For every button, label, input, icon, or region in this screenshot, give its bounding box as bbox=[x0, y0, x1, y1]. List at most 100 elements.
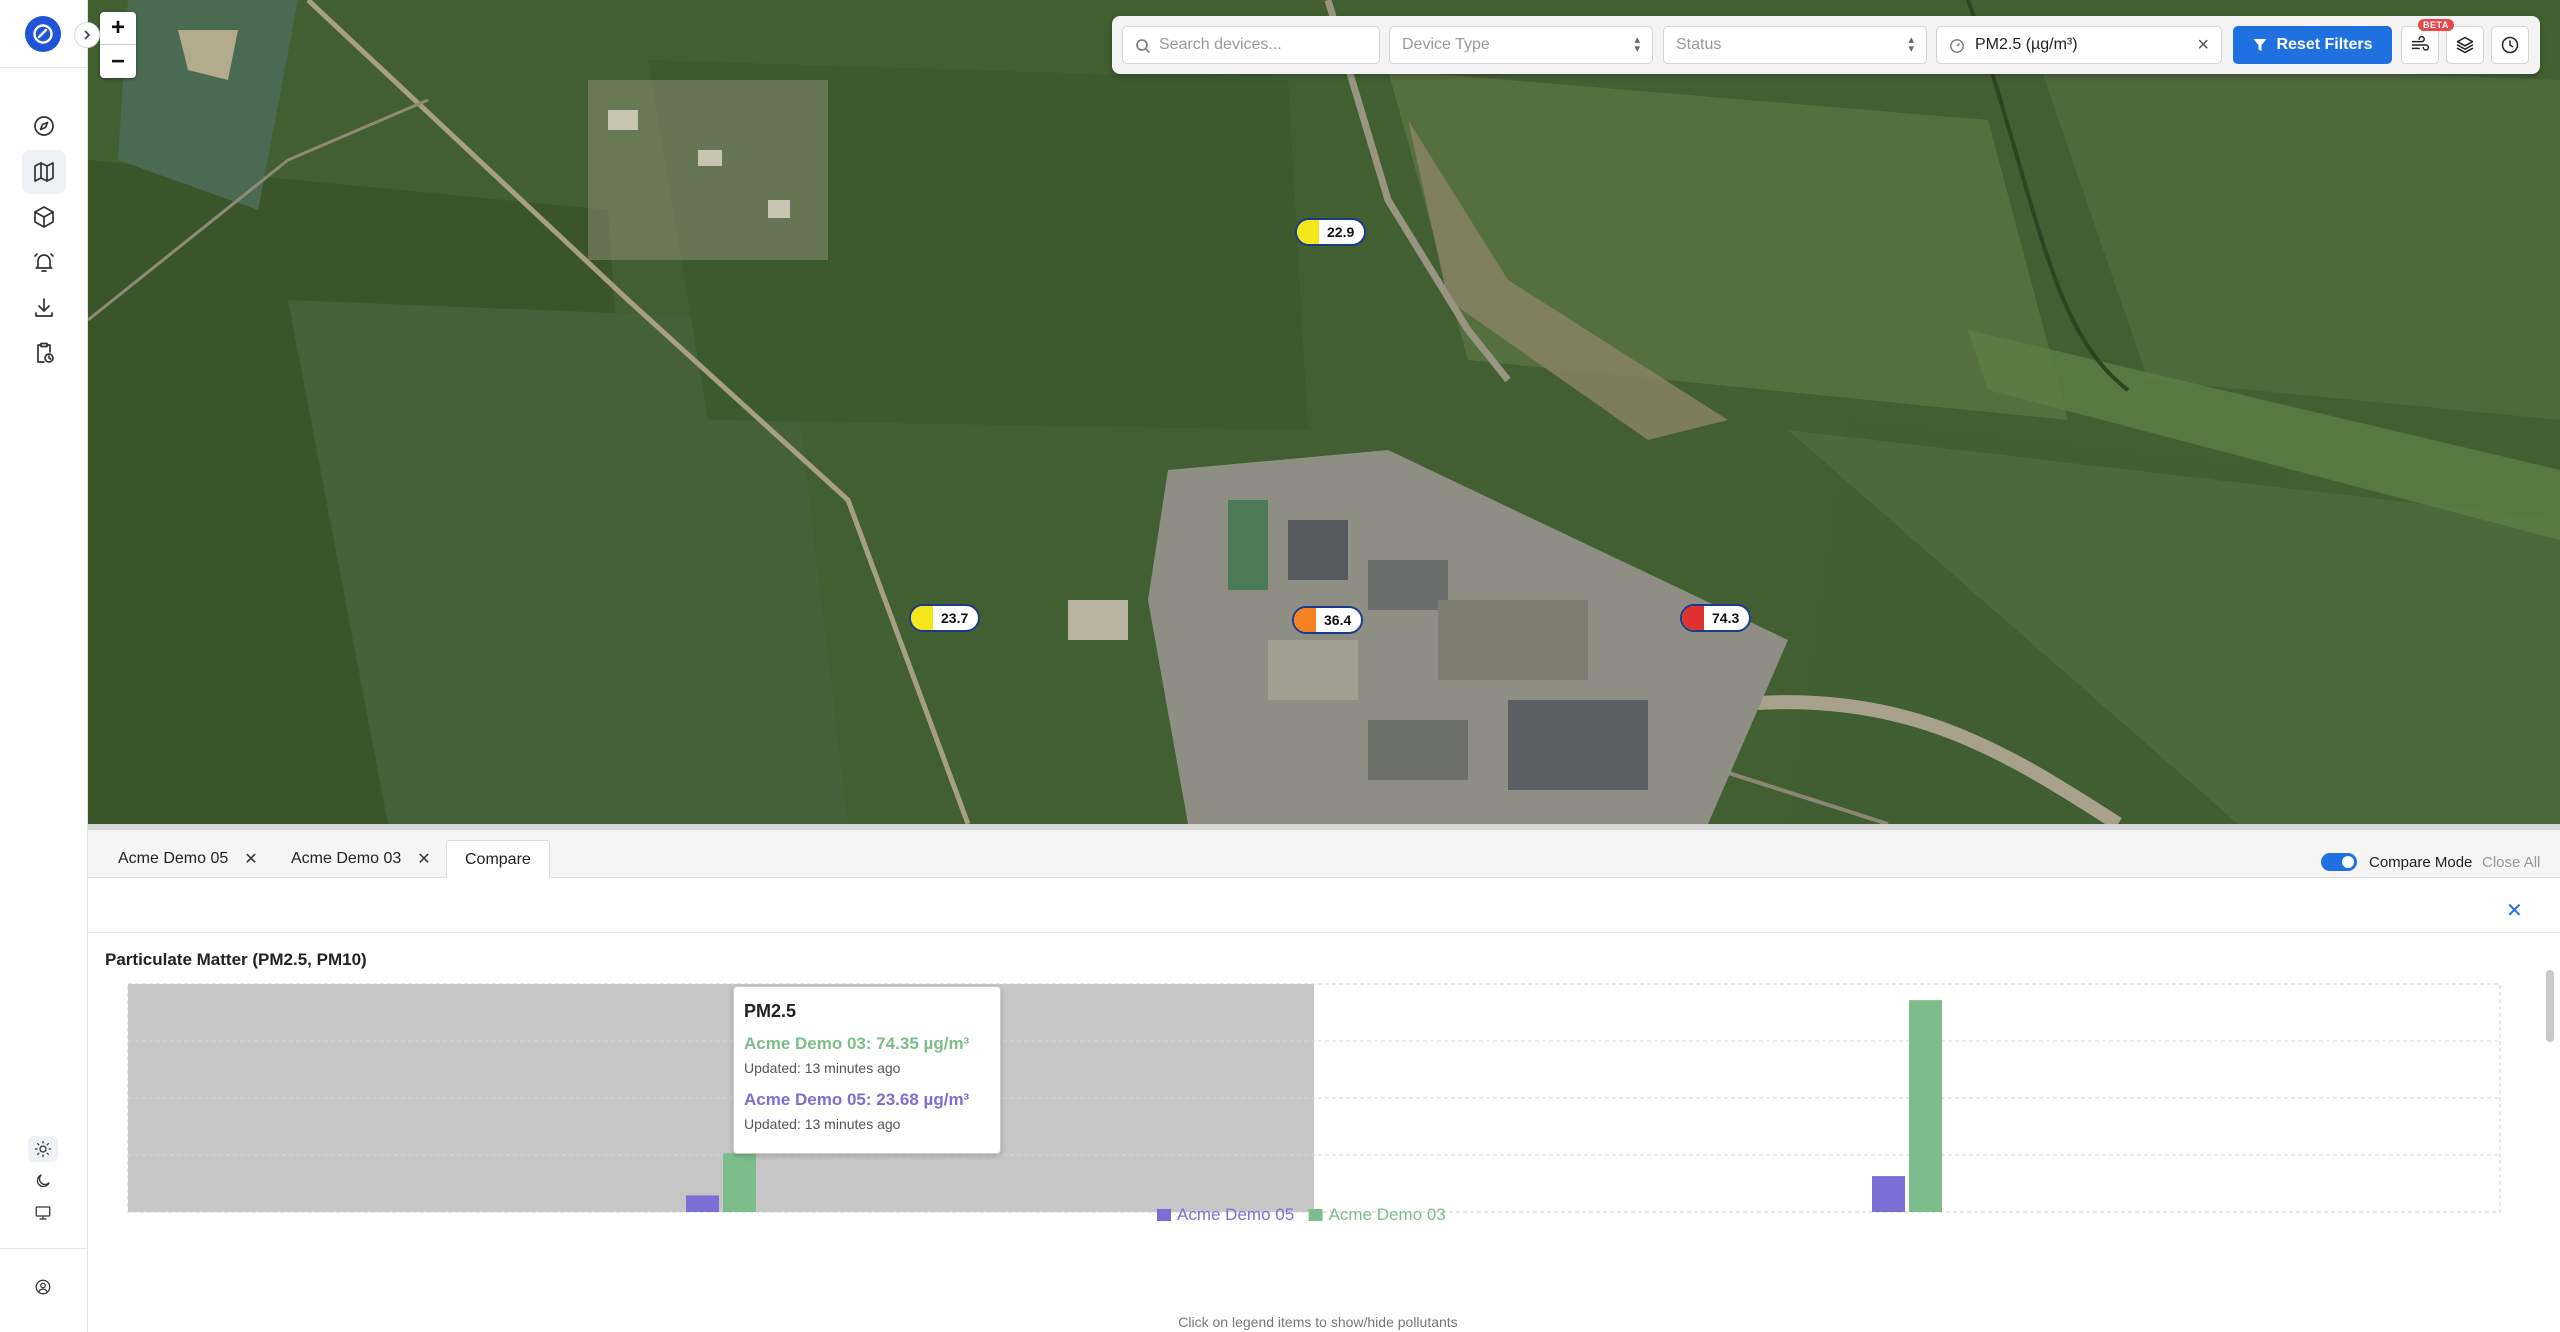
tab-compare[interactable]: Compare bbox=[446, 840, 550, 878]
tab-acme-demo-05[interactable]: Acme Demo 05 ✕ bbox=[118, 840, 258, 878]
layers-button[interactable] bbox=[2446, 26, 2484, 64]
sidebar-item-devices[interactable] bbox=[22, 195, 66, 239]
metric-value: PM2.5 (µg/m³) bbox=[1975, 36, 2078, 53]
tab-label: Compare bbox=[465, 850, 531, 868]
download-icon bbox=[35, 298, 53, 317]
close-tab-icon[interactable]: ✕ bbox=[244, 849, 257, 869]
tooltip-updated: Updated: 13 minutes ago bbox=[744, 1116, 901, 1132]
close-all-button[interactable]: Close All bbox=[2482, 854, 2540, 871]
legend-hint: Click on legend items to show/hide pollu… bbox=[1178, 1314, 1458, 1330]
device-marker[interactable]: 22.9 bbox=[1295, 218, 1367, 246]
legend-label: Acme Demo 05 bbox=[1177, 1205, 1294, 1224]
marker-value: 36.4 bbox=[1324, 612, 1352, 628]
chart-tooltip: PM2.5 Acme Demo 03: 74.35 µg/m³ Updated:… bbox=[733, 986, 1001, 1154]
history-button[interactable] bbox=[2491, 26, 2529, 64]
device-marker[interactable]: 36.4 bbox=[1292, 606, 1364, 634]
satellite-imagery bbox=[88, 0, 2560, 824]
chart-bar bbox=[723, 1153, 756, 1212]
sidebar-divider bbox=[0, 67, 88, 68]
tooltip-value: Acme Demo 03: 74.35 µg/m³ bbox=[744, 1034, 970, 1053]
sidebar-item-reports[interactable] bbox=[22, 331, 66, 375]
legend-swatch bbox=[1157, 1209, 1171, 1221]
search-placeholder: Search devices... bbox=[1159, 36, 1282, 53]
tab-label: Acme Demo 05 bbox=[118, 850, 229, 867]
filter-bar: Search devices... Device Type ▴ ▾ Status … bbox=[1112, 16, 2540, 74]
tooltip-title: PM2.5 bbox=[744, 1001, 797, 1021]
search-input[interactable]: Search devices... bbox=[1122, 26, 1380, 64]
clock-icon bbox=[2501, 36, 2519, 54]
legend-label: Acme Demo 03 bbox=[1329, 1205, 1446, 1224]
logo-icon bbox=[33, 24, 53, 44]
clipboard-clock-icon bbox=[37, 342, 54, 363]
panel-tabs: Acme Demo 05 ✕ Acme Demo 03 ✕ Compare Co… bbox=[88, 830, 2560, 878]
tooltip-updated: Updated: 13 minutes ago bbox=[744, 1060, 901, 1076]
gauge-icon bbox=[1950, 39, 1964, 53]
legend-swatch bbox=[1308, 1209, 1323, 1221]
user-circle-icon bbox=[35, 1279, 51, 1295]
clear-metric-icon[interactable]: × bbox=[2197, 34, 2209, 57]
theme-system-button[interactable] bbox=[28, 1200, 58, 1226]
tab-label: Acme Demo 03 bbox=[291, 850, 402, 867]
zoom-in-button[interactable]: + bbox=[100, 12, 136, 45]
zoom-out-button[interactable]: − bbox=[100, 45, 136, 78]
reset-filters-label: Reset Filters bbox=[2276, 36, 2373, 53]
theme-dark-button[interactable] bbox=[28, 1168, 58, 1194]
device-marker[interactable]: 23.7 bbox=[909, 604, 981, 632]
marker-status-dot bbox=[1682, 606, 1704, 630]
marker-status-dot bbox=[1294, 608, 1316, 632]
marker-value: 23.7 bbox=[941, 610, 969, 626]
sidebar-item-alerts[interactable] bbox=[22, 240, 66, 284]
tab-acme-demo-03[interactable]: Acme Demo 03 ✕ bbox=[291, 840, 431, 878]
sidebar-item-downloads[interactable] bbox=[22, 286, 66, 330]
panel-divider bbox=[88, 932, 2560, 933]
wind-icon bbox=[2411, 35, 2430, 51]
sidebar-expand-button[interactable] bbox=[74, 22, 100, 48]
layers-icon bbox=[2456, 36, 2474, 54]
marker-value: 74.3 bbox=[1712, 610, 1740, 626]
select-arrows-icon: ▴ ▾ bbox=[1634, 34, 1640, 55]
chart-bar bbox=[1872, 1176, 1905, 1212]
bell-icon bbox=[34, 253, 54, 272]
tooltip-value: Acme Demo 05: 23.68 µg/m³ bbox=[744, 1090, 970, 1109]
satellite-map[interactable]: 22.9 23.7 36.4 74.3 bbox=[88, 0, 2560, 824]
sidebar-item-map[interactable] bbox=[22, 150, 66, 194]
device-type-select[interactable]: Device Type ▴ ▾ bbox=[1389, 26, 1653, 64]
pollutant-chart: Acme Demo 05 Acme Demo 03 bbox=[127, 983, 2501, 1224]
sun-icon bbox=[34, 1140, 52, 1158]
wind-toggle-button[interactable] bbox=[2401, 26, 2439, 64]
zoom-control: + − bbox=[100, 12, 136, 78]
compass-icon bbox=[34, 116, 54, 136]
theme-light-button[interactable] bbox=[28, 1136, 58, 1162]
search-icon bbox=[1136, 39, 1151, 54]
reset-filters-button[interactable]: Reset Filters bbox=[2233, 26, 2392, 64]
chart-bar bbox=[1909, 1000, 1942, 1212]
compare-mode-toggle[interactable] bbox=[2321, 853, 2357, 871]
app-logo[interactable] bbox=[25, 16, 61, 52]
user-profile-button[interactable] bbox=[28, 1274, 58, 1300]
chart-bar bbox=[686, 1195, 719, 1212]
cube-icon bbox=[34, 206, 54, 228]
status-placeholder: Status bbox=[1676, 36, 1722, 53]
panel-scrollbar[interactable] bbox=[2546, 970, 2554, 1042]
metric-select[interactable]: PM2.5 (µg/m³) × bbox=[1936, 26, 2222, 64]
chart-title: Particulate Matter (PM2.5, PM10) bbox=[105, 950, 367, 969]
marker-value: 22.9 bbox=[1327, 224, 1355, 240]
select-arrows-icon: ▴ ▾ bbox=[1908, 34, 1914, 55]
marker-status-dot bbox=[1297, 220, 1319, 244]
close-tab-icon[interactable]: ✕ bbox=[417, 849, 430, 869]
device-type-placeholder: Device Type bbox=[1402, 36, 1490, 53]
status-select[interactable]: Status ▴ ▾ bbox=[1663, 26, 1927, 64]
close-panel-icon[interactable]: ✕ bbox=[2506, 898, 2523, 923]
sidebar bbox=[0, 0, 88, 1332]
chevron-right-icon bbox=[84, 30, 91, 40]
device-marker[interactable]: 74.3 bbox=[1680, 604, 1752, 632]
beta-badge: BETA bbox=[2418, 19, 2454, 31]
sidebar-item-dashboard[interactable] bbox=[22, 104, 66, 148]
marker-status-dot bbox=[911, 606, 933, 630]
moon-icon bbox=[36, 1174, 50, 1188]
app-root: 22.9 23.7 36.4 74.3 + − Search devices..… bbox=[0, 0, 2560, 1332]
monitor-icon bbox=[35, 1206, 51, 1220]
map-icon bbox=[34, 162, 54, 182]
sidebar-divider bbox=[0, 1248, 88, 1249]
compare-mode-label: Compare Mode bbox=[2369, 854, 2473, 871]
